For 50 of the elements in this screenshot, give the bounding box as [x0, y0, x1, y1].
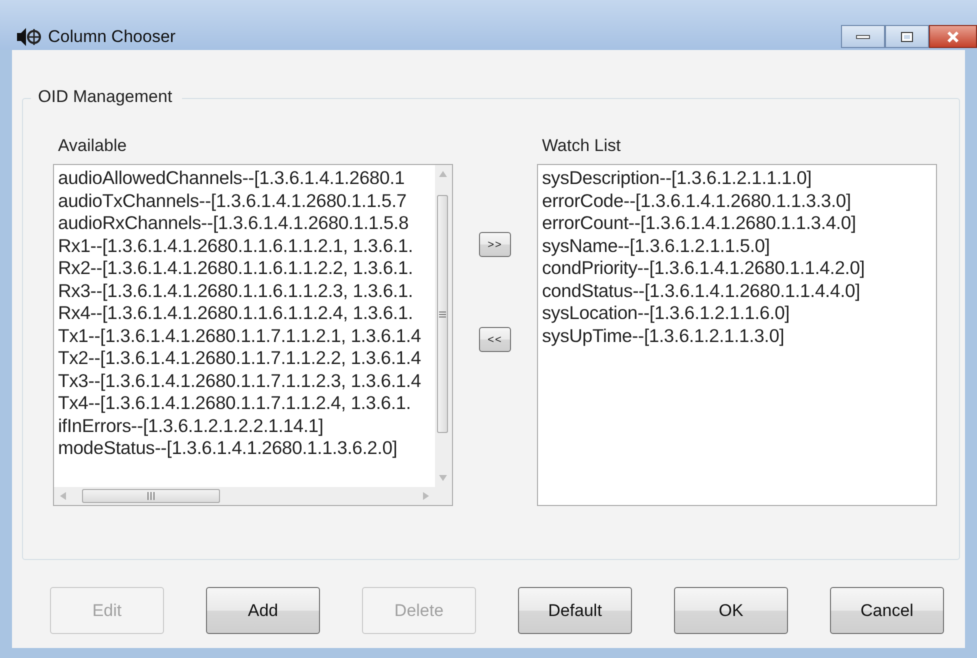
- list-item[interactable]: condPriority--[1.3.6.1.4.1.2680.1.1.4.2.0]: [542, 257, 865, 280]
- list-item[interactable]: Rx2--[1.3.6.1.4.1.2680.1.1.6.1.1.2.2, 1.3.6.1.: [58, 257, 413, 280]
- scroll-up-arrow-icon[interactable]: [439, 171, 447, 177]
- list-item[interactable]: sysUpTime--[1.3.6.1.2.1.1.3.0]: [542, 324, 784, 347]
- dialog-button[interactable]: Default: [518, 587, 632, 634]
- available-list[interactable]: [53, 164, 453, 506]
- vertical-scrollbar[interactable]: [435, 165, 452, 487]
- scroll-thumb[interactable]: [437, 195, 448, 433]
- dialog-button[interactable]: Add: [206, 587, 320, 634]
- scroll-down-arrow-icon[interactable]: [439, 475, 447, 481]
- minimize-icon: [856, 34, 870, 38]
- watch-list[interactable]: [537, 164, 937, 506]
- scroll-thumb[interactable]: [82, 489, 220, 503]
- group-title: OID Management: [31, 87, 182, 107]
- list-item[interactable]: audioTxChannels--[1.3.6.1.4.1.2680.1.1.5.7: [58, 190, 406, 212]
- horizontal-scrollbar[interactable]: [54, 487, 452, 505]
- list-item[interactable]: errorCount--[1.3.6.1.4.1.2680.1.1.3.4.0]: [542, 212, 856, 234]
- list-item[interactable]: sysDescription--[1.3.6.1.2.1.1.1.0]: [542, 167, 812, 190]
- list-item[interactable]: sysName--[1.3.6.1.2.1.1.5.0]: [542, 234, 770, 257]
- list-item[interactable]: Tx1--[1.3.6.1.4.1.2680.1.1.7.1.1.2.1, 1.3.6.1.4: [58, 324, 421, 347]
- maximize-icon: [901, 32, 913, 42]
- list-item[interactable]: ifInErrors--[1.3.6.1.2.1.2.2.1.14.1]: [58, 414, 324, 437]
- scroll-right-arrow-icon[interactable]: [423, 492, 429, 500]
- list-label: Available: [58, 136, 128, 156]
- scroll-left-arrow-icon[interactable]: [60, 492, 66, 500]
- close-button[interactable]: [929, 25, 977, 48]
- grip-icon: [147, 492, 155, 500]
- list-item[interactable]: errorCode--[1.3.6.1.4.1.2680.1.1.3.3.0]: [542, 190, 851, 212]
- list-item[interactable]: audioRxChannels--[1.3.6.1.4.1.2680.1.1.5.8: [58, 212, 409, 234]
- window-title: Column Chooser: [48, 27, 177, 47]
- maximize-button[interactable]: [885, 25, 929, 48]
- close-icon: [947, 30, 959, 42]
- list-item[interactable]: Rx3--[1.3.6.1.4.1.2680.1.1.6.1.1.2.3, 1.3.6.1.: [58, 280, 413, 302]
- list-item[interactable]: Tx2--[1.3.6.1.4.1.2680.1.1.7.1.1.2.2, 1.3.6.1.4: [58, 347, 421, 370]
- list-item[interactable]: condStatus--[1.3.6.1.4.1.2680.1.1.4.4.0]: [542, 280, 860, 302]
- list-item[interactable]: sysLocation--[1.3.6.1.2.1.1.6.0]: [542, 302, 790, 324]
- move-button[interactable]: <<: [479, 327, 511, 352]
- dialog-button[interactable]: Cancel: [830, 587, 944, 634]
- list-label: Watch List: [542, 136, 622, 156]
- list-item[interactable]: Tx4--[1.3.6.1.4.1.2680.1.1.7.1.1.2.4, 1.3.6.1.: [58, 392, 411, 414]
- list-item[interactable]: Rx4--[1.3.6.1.4.1.2680.1.1.6.1.1.2.4, 1.3.6.1.: [58, 302, 413, 324]
- minimize-button[interactable]: [841, 25, 885, 48]
- list-item[interactable]: modeStatus--[1.3.6.1.4.1.2680.1.1.3.6.2.0]: [58, 437, 398, 460]
- list-item[interactable]: Tx3--[1.3.6.1.4.1.2680.1.1.7.1.1.2.3, 1.3.6.1.4: [58, 370, 421, 392]
- dialog-button[interactable]: OK: [674, 587, 788, 634]
- list-item[interactable]: audioAllowedChannels--[1.3.6.1.4.1.2680.1: [58, 167, 405, 190]
- list-item[interactable]: Rx1--[1.3.6.1.4.1.2680.1.1.6.1.1.2.1, 1.3.6.1.: [58, 234, 413, 257]
- grip-icon: [439, 310, 446, 318]
- app-icon: [16, 27, 42, 47]
- move-button[interactable]: >>: [479, 232, 511, 257]
